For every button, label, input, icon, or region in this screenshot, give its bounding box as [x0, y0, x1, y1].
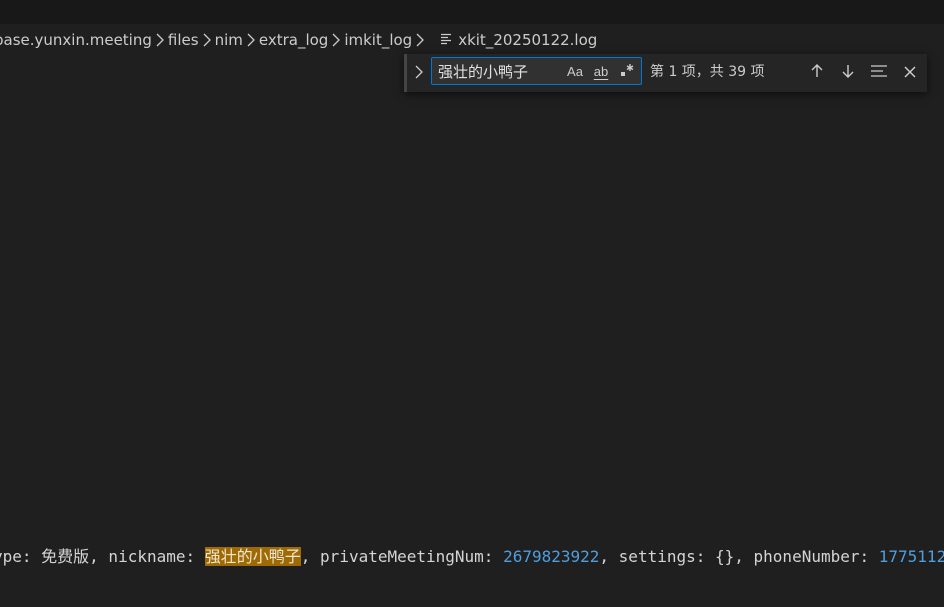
match-whole-word-button[interactable]: ab — [590, 61, 612, 81]
search-highlight: 强壮的小鸭子 — [204, 547, 301, 566]
chevron-right-icon — [328, 24, 344, 56]
title-strip — [0, 0, 944, 24]
chevron-right-icon — [243, 24, 259, 56]
find-in-selection-button[interactable] — [868, 62, 890, 84]
log-line[interactable]: ype: 免费版, nickname: 强壮的小鸭子, privateMeeti… — [0, 545, 944, 569]
arrow-down-icon — [840, 63, 856, 83]
number-literal: 17751123456 — [878, 547, 944, 566]
breadcrumb: base.yunxin.meeting files nim extra_log … — [0, 24, 944, 56]
previous-match-button[interactable] — [806, 62, 828, 84]
number-literal: 2679823922 — [503, 547, 600, 566]
next-match-button[interactable] — [837, 62, 859, 84]
editor-area[interactable] — [0, 56, 944, 607]
code-text: , privateMeetingNum: — [300, 547, 504, 566]
breadcrumb-item-extra-log[interactable]: extra_log — [259, 24, 328, 56]
regex-icon — [619, 62, 635, 81]
find-in-selection-icon — [870, 63, 888, 83]
arrow-up-icon — [809, 63, 825, 83]
match-whole-word-label: ab — [593, 63, 609, 79]
chevron-right-icon — [412, 24, 428, 56]
find-input[interactable] — [438, 58, 558, 84]
close-find-button[interactable] — [899, 62, 921, 84]
find-input-box: Aa ab — [431, 57, 642, 85]
text-file-icon — [438, 24, 456, 56]
match-count: 第 1 项，共 39 项 — [650, 64, 765, 80]
chevron-right-icon — [152, 24, 168, 56]
close-icon — [903, 64, 917, 83]
find-widget: Aa ab 第 1 项，共 39 项 — [404, 54, 927, 92]
toggle-replace-button[interactable] — [411, 61, 427, 85]
match-case-button[interactable]: Aa — [564, 61, 586, 81]
breadcrumb-item-nim[interactable]: nim — [215, 24, 243, 56]
code-text: , settings: {}, phoneNumber: — [599, 547, 879, 566]
breadcrumb-item-files[interactable]: files — [168, 24, 199, 56]
breadcrumb-file[interactable]: xkit_20250122.log — [458, 24, 597, 56]
code-text: ype: 免费版, nickname: — [0, 547, 205, 566]
chevron-right-icon — [199, 24, 215, 56]
breadcrumb-item-imkit-log[interactable]: imkit_log — [344, 24, 412, 56]
chevron-right-icon — [414, 64, 424, 83]
match-case-label: Aa — [567, 63, 583, 79]
breadcrumb-item-yunxin-meeting[interactable]: base.yunxin.meeting — [0, 24, 152, 56]
use-regex-button[interactable] — [616, 61, 638, 81]
